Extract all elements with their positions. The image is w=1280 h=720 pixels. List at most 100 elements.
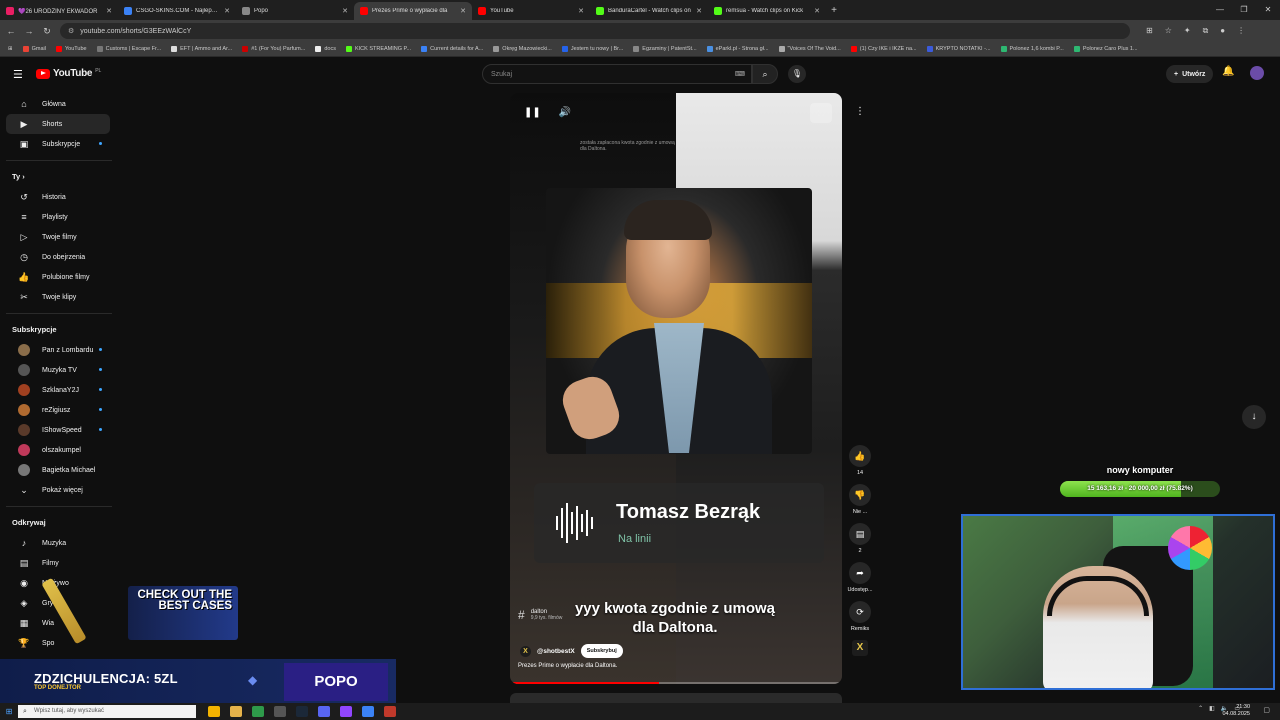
- channel-thumb-button[interactable]: X: [844, 640, 876, 656]
- new-tab-button[interactable]: +: [826, 5, 842, 16]
- obs-icon[interactable]: [362, 706, 374, 717]
- account-avatar[interactable]: [1250, 66, 1264, 80]
- sidebar-item[interactable]: ▤ Filmy: [6, 553, 110, 573]
- apps-icon[interactable]: ⊞: [8, 46, 13, 52]
- share-button[interactable]: ➦ Udostęp...: [844, 562, 876, 593]
- chrome-icon[interactable]: [208, 706, 220, 717]
- bookmark-item[interactable]: Customs | Escape Fr...: [96, 46, 161, 52]
- subscription-item[interactable]: Muzyka TV: [6, 360, 110, 380]
- bookmark-item[interactable]: #1 (For You) Parfum...: [242, 46, 305, 52]
- file-explorer-icon[interactable]: [230, 706, 242, 717]
- sidebar-item[interactable]: ▶ Shorts: [6, 114, 110, 134]
- like-button[interactable]: 👍 14: [844, 445, 876, 476]
- keyboard-icon[interactable]: ⌨: [735, 70, 745, 78]
- tray-app-icon[interactable]: ◧: [1209, 705, 1215, 712]
- next-short-button[interactable]: ↓: [1242, 405, 1266, 429]
- remix-button[interactable]: ⟳ Remiks: [844, 601, 876, 632]
- back-icon[interactable]: ←: [6, 26, 16, 36]
- bookmark-item[interactable]: EFT | Ammo and Ar...: [171, 46, 232, 52]
- sidebar-item[interactable]: ↺ Historia: [6, 187, 110, 207]
- excel-icon[interactable]: [252, 706, 264, 717]
- bookmark-item[interactable]: KICK STREAMING P...: [345, 46, 411, 52]
- sidebar-item[interactable]: ♪ Muzyka: [6, 533, 110, 553]
- more-options-icon[interactable]: ⋮: [850, 102, 870, 122]
- sidebar-item[interactable]: ⌂ Główna: [6, 94, 110, 114]
- search-input[interactable]: Szukaj ⌨: [482, 64, 752, 84]
- short-title[interactable]: Prezes Prime o wypłacie dla Daltona.: [518, 663, 617, 669]
- subscription-item[interactable]: IShowSpeed: [6, 420, 110, 440]
- notifications-bell-icon[interactable]: 🔔: [1222, 66, 1234, 77]
- bookmark-item[interactable]: Jestem tu nowy | Br...: [561, 46, 623, 52]
- reload-icon[interactable]: ↻: [42, 26, 52, 37]
- app-icon[interactable]: [274, 706, 286, 717]
- hashtag-chip[interactable]: # dalton 9,9 tys. filmów: [518, 608, 562, 622]
- fullscreen-icon[interactable]: ⛶: [810, 103, 832, 123]
- twitch-icon[interactable]: [340, 706, 352, 717]
- volume-icon[interactable]: 🔊: [559, 107, 571, 118]
- search-button[interactable]: ⌕: [752, 64, 778, 84]
- bookmark-item[interactable]: Gmail: [22, 46, 46, 52]
- browser-tab[interactable]: Popo ✕: [236, 2, 354, 20]
- hamburger-menu-icon[interactable]: ☰: [13, 68, 23, 81]
- close-tab-icon[interactable]: ✕: [342, 7, 348, 15]
- channel-avatar[interactable]: X: [520, 645, 531, 657]
- bookmark-item[interactable]: Polonez Caro Plus 1...: [1073, 46, 1138, 52]
- tray-chevron-icon[interactable]: ⌃: [1198, 705, 1203, 712]
- subscription-item[interactable]: SzklanaY2J: [6, 380, 110, 400]
- minimize-icon[interactable]: —: [1208, 0, 1232, 20]
- close-tab-icon[interactable]: ✕: [578, 7, 584, 15]
- close-tab-icon[interactable]: ✕: [696, 7, 702, 15]
- next-short-preview[interactable]: [510, 693, 842, 703]
- steam-icon[interactable]: [296, 706, 308, 717]
- sidebar-item[interactable]: ✂ Twoje klipy: [6, 287, 110, 307]
- extension-icon[interactable]: ✦: [1184, 26, 1191, 36]
- create-button[interactable]: + Utwórz: [1166, 65, 1214, 83]
- browser-tab[interactable]: 💜26 URODZINY EKWADOR ✕: [0, 2, 118, 20]
- subscription-item[interactable]: olszakumpel: [6, 440, 110, 460]
- sidebar-item[interactable]: ▷ Twoje filmy: [6, 227, 110, 247]
- sidebar-item[interactable]: ▣ Subskrypcje: [6, 134, 110, 154]
- profile-icon[interactable]: ●: [1220, 26, 1225, 36]
- bookmark-item[interactable]: Egzaminy | PatentSt...: [633, 46, 697, 52]
- browser-tab[interactable]: BanduraCartel - Watch clips on ✕: [590, 2, 708, 20]
- bookmark-item[interactable]: Okręg Mazowiecki...: [493, 46, 552, 52]
- bookmark-item[interactable]: Polonez 1,6 kombi P...: [1000, 46, 1064, 52]
- browser-tab[interactable]: YouTube ✕: [472, 2, 590, 20]
- bookmark-item[interactable]: Current details for A...: [421, 46, 483, 52]
- video-progress-bar[interactable]: [510, 682, 842, 684]
- sidebar-item[interactable]: ◷ Do obejrzenia: [6, 247, 110, 267]
- pause-icon[interactable]: ❚❚: [524, 107, 541, 118]
- close-tab-icon[interactable]: ✕: [460, 7, 466, 15]
- app-red-icon[interactable]: [384, 706, 396, 717]
- subscribe-button[interactable]: Subskrybuj: [580, 644, 623, 658]
- notification-center-icon[interactable]: ▢: [1263, 706, 1270, 714]
- sidebar-item[interactable]: 👍 Polubione filmy: [6, 267, 110, 287]
- sidebar-item[interactable]: ≡ Playlisty: [6, 207, 110, 227]
- shorts-player[interactable]: została zapłacona kwota zgodnie z umową …: [510, 93, 842, 684]
- channel-name[interactable]: @shotbestX: [537, 648, 575, 655]
- install-icon[interactable]: ⊞: [1146, 26, 1153, 36]
- bookmark-item[interactable]: (1) Czy IKE i IKZE na...: [850, 46, 917, 52]
- subscription-item[interactable]: Bagietka Michael: [6, 460, 110, 480]
- comments-button[interactable]: ▤ 2: [844, 523, 876, 554]
- extensions-puzzle-icon[interactable]: ⧉: [1203, 26, 1209, 36]
- bookmark-item[interactable]: KRYPTO NOTATKI -...: [926, 46, 991, 52]
- close-tab-icon[interactable]: ✕: [814, 7, 820, 15]
- voice-search-button[interactable]: 🎙: [788, 65, 806, 83]
- maximize-icon[interactable]: ❐: [1232, 0, 1256, 20]
- close-tab-icon[interactable]: ✕: [224, 7, 230, 15]
- youtube-logo[interactable]: YouTube PL: [36, 68, 101, 79]
- discord-icon[interactable]: [318, 706, 330, 717]
- browser-tab[interactable]: remsua - Watch clips on Kick ✕: [708, 2, 826, 20]
- taskbar-search-input[interactable]: Wpisz tutaj, aby wyszukać: [18, 705, 196, 718]
- sidebar-you-heading[interactable]: Ty ›: [0, 167, 116, 187]
- taskbar-clock[interactable]: 21:30 04.08.2025: [1222, 704, 1250, 718]
- browser-tab[interactable]: Prezes Prime o wypłacie dla ✕: [354, 2, 472, 20]
- site-info-icon[interactable]: ⚙: [68, 27, 74, 35]
- subscription-item[interactable]: reZigiusz: [6, 400, 110, 420]
- bookmark-item[interactable]: eParkl.pl - Strona gł...: [706, 46, 769, 52]
- subscription-item[interactable]: Pan z Lombardu: [6, 340, 110, 360]
- browser-tab[interactable]: CSGO-SKINS.COM - Najlepsze ✕: [118, 2, 236, 20]
- forward-icon[interactable]: →: [24, 26, 34, 36]
- bookmark-star-icon[interactable]: ☆: [1165, 26, 1172, 36]
